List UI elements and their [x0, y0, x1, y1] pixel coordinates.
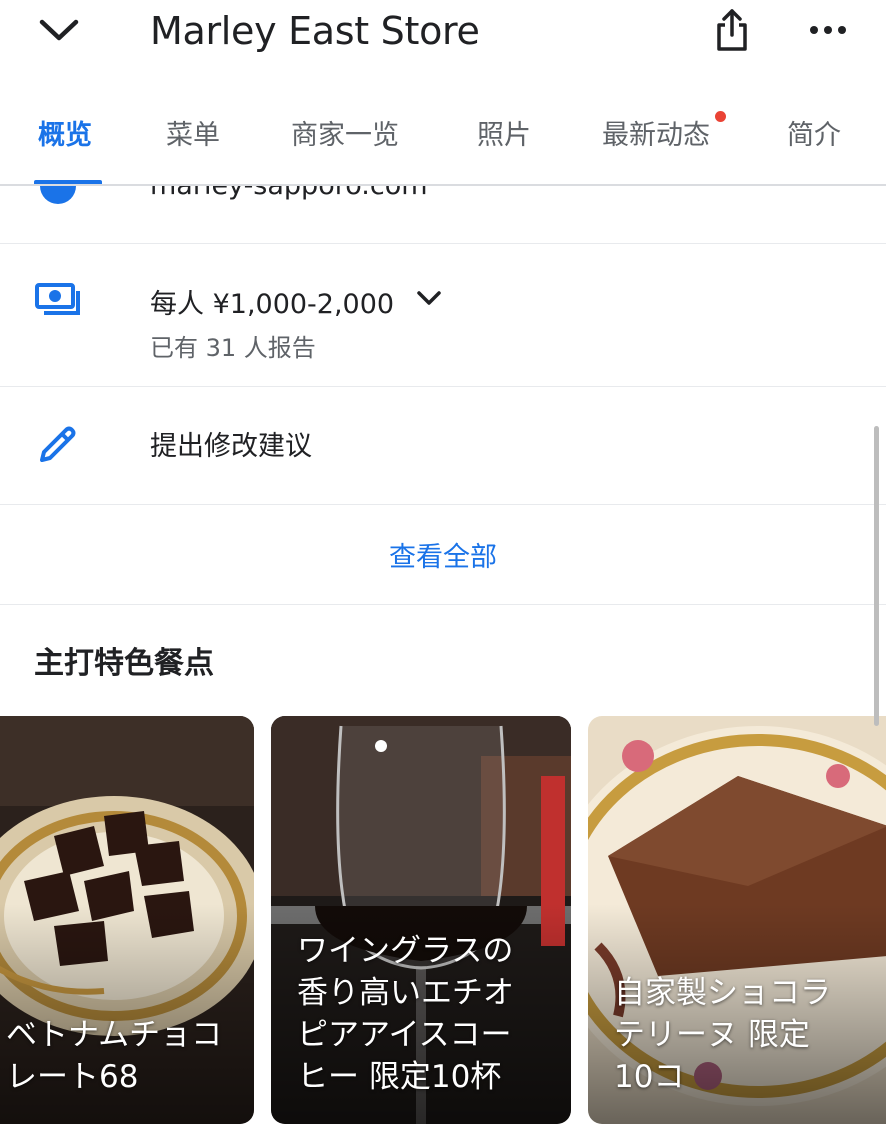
website-link[interactable]: marley-sapporo.com	[150, 186, 428, 201]
tab-menu[interactable]: 菜单	[166, 116, 220, 156]
price-row[interactable]: 每人 ¥1,000-2,000 已有 31 人报告	[0, 244, 886, 386]
place-title: Marley East Store	[150, 9, 480, 53]
top-app-bar: Marley East Store	[0, 0, 886, 66]
price-report-count: 已有 31 人报告	[150, 334, 316, 362]
cash-icon	[35, 283, 80, 315]
chevron-down-icon[interactable]	[414, 288, 444, 308]
overview-content[interactable]: marley-sapporo.com 每人 ¥1,000-2,000 已有 31…	[0, 186, 886, 1141]
tab-photos[interactable]: 照片	[477, 116, 531, 156]
globe-icon	[40, 186, 76, 204]
tab-bar: 概览 菜单 商家一览 照片 最新动态 简介	[0, 100, 886, 184]
dish-name: ワイングラスの 香り高いエチオ ピアアイスコー ヒー 限定10杯	[297, 933, 514, 1095]
tab-directory[interactable]: 商家一览	[291, 116, 399, 156]
chevron-down-icon	[39, 19, 79, 41]
see-all-link[interactable]: 查看全部	[389, 535, 497, 574]
website-row[interactable]: marley-sapporo.com	[0, 186, 886, 244]
tab-about[interactable]: 简介	[787, 116, 841, 156]
suggest-edit-row[interactable]: 提出修改建议	[0, 386, 886, 504]
tab-updates[interactable]: 最新动态	[602, 116, 710, 156]
divider	[0, 604, 886, 605]
tab-overview[interactable]: 概览	[38, 116, 92, 156]
section-title: 主打特色餐点	[34, 646, 214, 681]
pencil-icon	[40, 426, 76, 462]
suggest-edit-label: 提出修改建议	[150, 431, 312, 462]
more-options-button[interactable]	[804, 12, 852, 48]
collapse-button[interactable]	[36, 12, 82, 48]
featured-dish-card[interactable]: 自家製ショコラ テリーヌ 限定 10コ	[588, 716, 886, 1124]
scrollbar[interactable]	[874, 426, 879, 726]
notification-dot	[715, 111, 726, 122]
featured-dishes-carousel[interactable]: ベトナムチョコ レート68 ワイングラスの 香り高いエチオ ピアアイスコー ヒー…	[0, 716, 886, 1126]
price-range: 每人 ¥1,000-2,000	[150, 289, 395, 320]
dish-name: 自家製ショコラ テリーヌ 限定 10コ	[614, 975, 831, 1095]
share-button[interactable]	[708, 4, 756, 56]
share-icon	[717, 9, 747, 51]
featured-dish-card[interactable]: ワイングラスの 香り高いエチオ ピアアイスコー ヒー 限定10杯	[271, 716, 571, 1124]
dish-name: ベトナムチョコ レート68	[6, 1017, 223, 1095]
featured-dish-card[interactable]: ベトナムチョコ レート68	[0, 716, 254, 1124]
see-all-row[interactable]: 查看全部	[0, 504, 886, 604]
more-horizontal-icon	[810, 26, 846, 34]
